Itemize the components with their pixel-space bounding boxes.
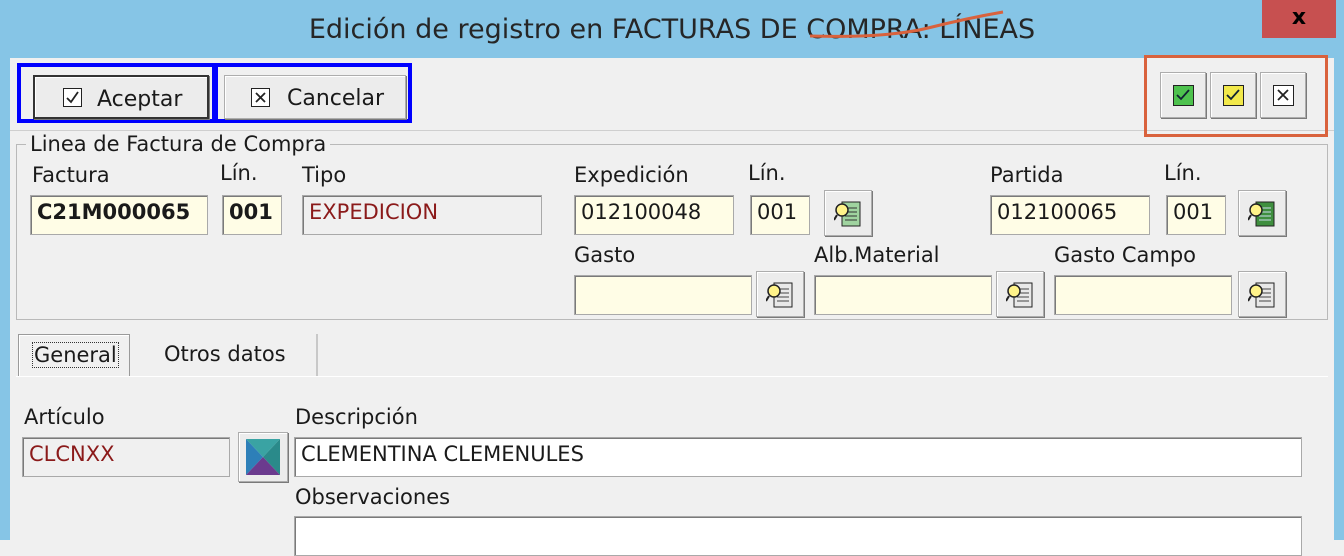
accept-button[interactable]: Aceptar: [33, 75, 209, 119]
partida-lookup-button[interactable]: [1238, 190, 1286, 236]
tab-general[interactable]: General: [18, 334, 130, 376]
hourglass-icon: [246, 439, 280, 475]
expedicion-label: Expedición: [574, 163, 689, 187]
observaciones-label: Observaciones: [295, 485, 451, 509]
gasto-campo-field[interactable]: [1054, 275, 1232, 315]
check-box-icon: [63, 88, 82, 107]
gasto-lookup-button[interactable]: [756, 271, 804, 317]
cancel-label: Cancelar: [287, 86, 385, 111]
tab-otros-datos-label: Otros datos: [164, 342, 286, 366]
lin2-label: Lín.: [748, 161, 786, 185]
green-check-icon: [1173, 85, 1194, 106]
search-document-icon: [1248, 201, 1275, 227]
factura-field[interactable]: C21M000065: [30, 195, 208, 235]
gasto-label: Gasto: [574, 243, 636, 267]
descripcion-label: Descripción: [295, 405, 418, 429]
observaciones-field[interactable]: [294, 516, 1302, 556]
window-frame-left: [0, 58, 10, 540]
tab-otros-datos[interactable]: Otros datos: [140, 334, 318, 376]
articulo-lookup-button[interactable]: [238, 432, 288, 482]
quick-cancel-button[interactable]: [1260, 72, 1306, 118]
gasto-campo-label: Gasto Campo: [1054, 243, 1197, 267]
expedicion-lookup-button[interactable]: [824, 190, 872, 236]
quick-accept-green-button[interactable]: [1160, 72, 1206, 118]
search-document-icon: [766, 282, 793, 308]
window-title: Edición de registro en FACTURAS DE COMPR…: [308, 14, 1036, 45]
yellow-check-icon: [1223, 85, 1244, 106]
search-document-icon: [1006, 282, 1033, 308]
window-frame-right: [1334, 58, 1344, 540]
tipo-field[interactable]: EXPEDICION: [302, 195, 542, 235]
lin2-field[interactable]: 001: [750, 195, 810, 235]
actions-divider: [212, 63, 218, 123]
lin1-label: Lín.: [220, 161, 258, 185]
accept-label: Aceptar: [97, 87, 183, 112]
gasto-field[interactable]: [574, 275, 752, 315]
quick-accept-yellow-button[interactable]: [1210, 72, 1256, 118]
cancel-button[interactable]: Cancelar: [224, 75, 406, 119]
search-document-icon: [834, 201, 861, 227]
close-box-icon: [1273, 85, 1294, 106]
expedicion-field[interactable]: 012100048: [574, 195, 734, 235]
articulo-field[interactable]: CLCNXX: [22, 437, 230, 477]
alb-material-field[interactable]: [814, 275, 992, 315]
close-button[interactable]: x: [1262, 0, 1336, 38]
factura-label: Factura: [32, 163, 110, 187]
tipo-label: Tipo: [302, 163, 347, 187]
gasto-campo-lookup-button[interactable]: [1238, 271, 1286, 317]
alb-material-lookup-button[interactable]: [996, 271, 1044, 317]
close-box-icon: [251, 88, 270, 107]
partida-label: Partida: [990, 163, 1064, 187]
partida-field[interactable]: 012100065: [990, 195, 1150, 235]
lin3-field[interactable]: 001: [1166, 195, 1226, 235]
articulo-label: Artículo: [24, 405, 105, 429]
group-title: Linea de Factura de Compra: [26, 132, 331, 156]
tabs-baseline: [16, 376, 1328, 377]
descripcion-field[interactable]: CLEMENTINA CLEMENULES: [294, 437, 1302, 477]
lin1-field[interactable]: 001: [222, 195, 282, 235]
lin3-label: Lín.: [1164, 161, 1202, 185]
tab-general-label: General: [32, 342, 119, 368]
search-document-icon: [1248, 282, 1275, 308]
alb-material-label: Alb.Material: [814, 243, 940, 267]
